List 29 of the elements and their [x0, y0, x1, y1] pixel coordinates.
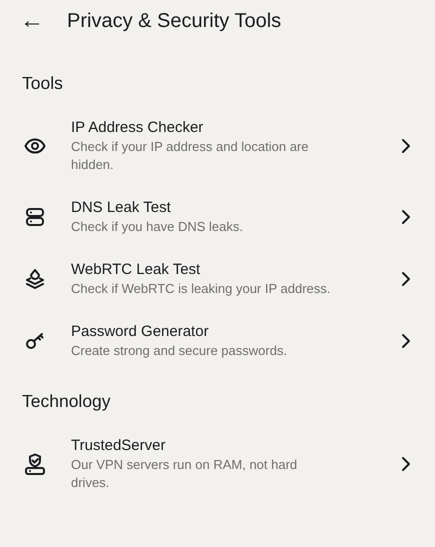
chevron-right-icon: [401, 333, 413, 349]
key-icon: [25, 332, 45, 350]
page-title: Privacy & Security Tools: [67, 9, 282, 34]
item-description: Check if you have DNS leaks.: [71, 218, 244, 236]
item-title: DNS Leak Test: [71, 198, 172, 218]
server-icon: [26, 208, 44, 226]
item-title: Password Generator: [71, 322, 210, 342]
item-description: Create strong and secure passwords.: [71, 342, 288, 360]
list-item[interactable]: Password Generator Create strong and secure passwords.: [0, 310, 435, 372]
chevron-right-icon: [401, 271, 413, 287]
section-heading: Tools: [21, 72, 64, 95]
list-item[interactable]: TrustedServer Our VPN servers run on RAM, not hard drives.: [0, 424, 435, 504]
item-title: IP Address Checker: [71, 118, 204, 138]
item-description: Check if your IP address and location are hidden.: [71, 138, 310, 174]
section-heading: Technology: [21, 390, 112, 413]
item-description: Our VPN servers run on RAM, not hard drives.: [71, 456, 298, 492]
chevron-right-icon: [401, 138, 413, 154]
eye-icon: [24, 138, 46, 154]
chevron-right-icon: [401, 456, 413, 472]
list-item[interactable]: WebRTC Leak Test Check if WebRTC is leaking your IP address.: [0, 248, 435, 310]
list-item[interactable]: IP Address Checker Check if your IP address and location are hidden.: [0, 106, 435, 186]
item-title: WebRTC Leak Test: [71, 260, 202, 280]
back-button[interactable]: ←: [20, 9, 44, 33]
chevron-right-icon: [401, 209, 413, 225]
list-item[interactable]: DNS Leak Test Check if you have DNS leaks.: [0, 186, 435, 248]
item-description: Check if WebRTC is leaking your IP address.: [71, 280, 331, 298]
shield-server-icon: [24, 453, 46, 475]
layers-icon: [25, 269, 45, 289]
item-title: TrustedServer: [71, 436, 166, 456]
